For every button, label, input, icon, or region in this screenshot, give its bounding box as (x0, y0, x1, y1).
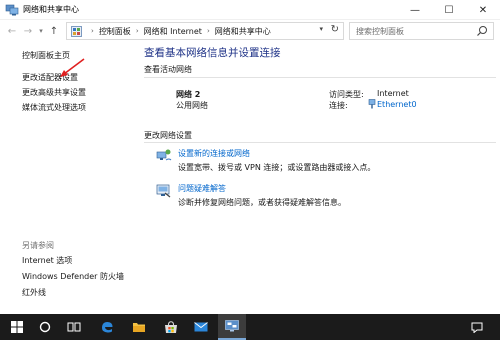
notification-icon[interactable] (464, 314, 490, 340)
setup-new-connection-description: 设置宽带、拨号或 VPN 连接；或设置路由器或接入点。 (178, 163, 376, 172)
navigation-bar: ← → ▾ ↑ › 控制面板 › 网络和 Internet › 网络和共享中心 … (0, 20, 500, 42)
up-arrow-icon[interactable]: ↑ (46, 23, 62, 39)
change-network-settings-label: 更改网络设置 (144, 131, 192, 140)
mail-icon[interactable] (188, 314, 214, 340)
main-content: 查看基本网络信息并设置连接 查看活动网络 网络 2 公用网络 访问类型: Int… (136, 42, 500, 314)
window-title: 网络和共享中心 (23, 5, 79, 14)
troubleshoot-icon (156, 184, 172, 198)
search-input[interactable]: 搜索控制面板 (349, 22, 494, 40)
see-also-windows-defender-firewall[interactable]: Windows Defender 防火墙 (22, 271, 124, 282)
control-panel-icon[interactable] (218, 314, 246, 340)
breadcrumb-control-panel[interactable]: 控制面板 (99, 26, 131, 37)
see-also-heading: 另请参阅 (22, 241, 54, 250)
breadcrumb-separator: › (135, 27, 139, 35)
connections-label: 连接: (329, 101, 348, 110)
breadcrumb-separator: › (206, 27, 210, 35)
troubleshoot-problems-link[interactable]: 问题疑难解答 (178, 183, 226, 194)
recent-locations-icon[interactable]: ▾ (36, 23, 46, 39)
page-title: 查看基本网络信息并设置连接 (144, 47, 281, 59)
red-annotation-arrow (60, 58, 85, 77)
access-type-value: Internet (377, 89, 409, 98)
search-placeholder: 搜索控制面板 (356, 26, 404, 36)
network-name: 网络 2 (176, 90, 201, 99)
ethernet-connection-link[interactable]: Ethernet0 (377, 100, 417, 109)
see-also-infrared[interactable]: 红外线 (22, 287, 46, 298)
active-networks-label: 查看活动网络 (144, 65, 192, 74)
see-also-internet-options[interactable]: Internet 选项 (22, 255, 72, 266)
start-icon[interactable] (4, 314, 30, 340)
task-view-icon[interactable] (61, 314, 87, 340)
sidebar-item-change-advanced-sharing[interactable]: 更改高级共享设置 (22, 87, 86, 98)
network-center-icon (5, 3, 19, 17)
cortana-icon[interactable] (32, 314, 58, 340)
breadcrumb-network-internet[interactable]: 网络和 Internet (144, 26, 202, 37)
network-profile: 公用网络 (176, 101, 208, 110)
sidebar: 控制面板主页 更改适配器设置 更改高级共享设置 媒体流式处理选项 另请参阅 In… (0, 42, 136, 314)
taskbar (0, 314, 500, 340)
setup-new-connection-link[interactable]: 设置新的连接或网络 (178, 148, 250, 159)
back-arrow-icon[interactable]: ← (4, 23, 20, 39)
search-icon[interactable] (476, 25, 488, 37)
troubleshoot-problems-description: 诊断并修复网络问题，或者获得疑难解答信息。 (178, 198, 346, 207)
refresh-icon[interactable]: ↻ (331, 24, 339, 35)
address-bar[interactable]: › 控制面板 › 网络和 Internet › 网络和共享中心 ▾ ↻ (66, 22, 344, 40)
close-button[interactable]: ✕ (466, 0, 500, 20)
window-controls: — ☐ ✕ (398, 0, 500, 20)
chevron-down-icon[interactable]: ▾ (319, 25, 323, 33)
maximize-button[interactable]: ☐ (432, 0, 466, 20)
control-panel-icon (71, 25, 82, 37)
edge-icon[interactable] (94, 314, 120, 340)
divider (144, 142, 496, 143)
ethernet-icon (368, 99, 376, 109)
breadcrumb-network-sharing-center[interactable]: 网络和共享中心 (215, 26, 271, 37)
access-type-label: 访问类型: (329, 90, 364, 99)
store-icon[interactable] (158, 314, 184, 340)
divider (144, 77, 496, 78)
sidebar-item-media-streaming[interactable]: 媒体流式处理选项 (22, 102, 86, 113)
file-explorer-icon[interactable] (126, 314, 152, 340)
title-bar: 网络和共享中心 — ☐ ✕ (0, 0, 500, 20)
minimize-button[interactable]: — (398, 0, 432, 20)
new-connection-icon (156, 149, 172, 163)
forward-arrow-icon[interactable]: → (20, 23, 36, 39)
breadcrumb-separator: › (91, 27, 94, 35)
